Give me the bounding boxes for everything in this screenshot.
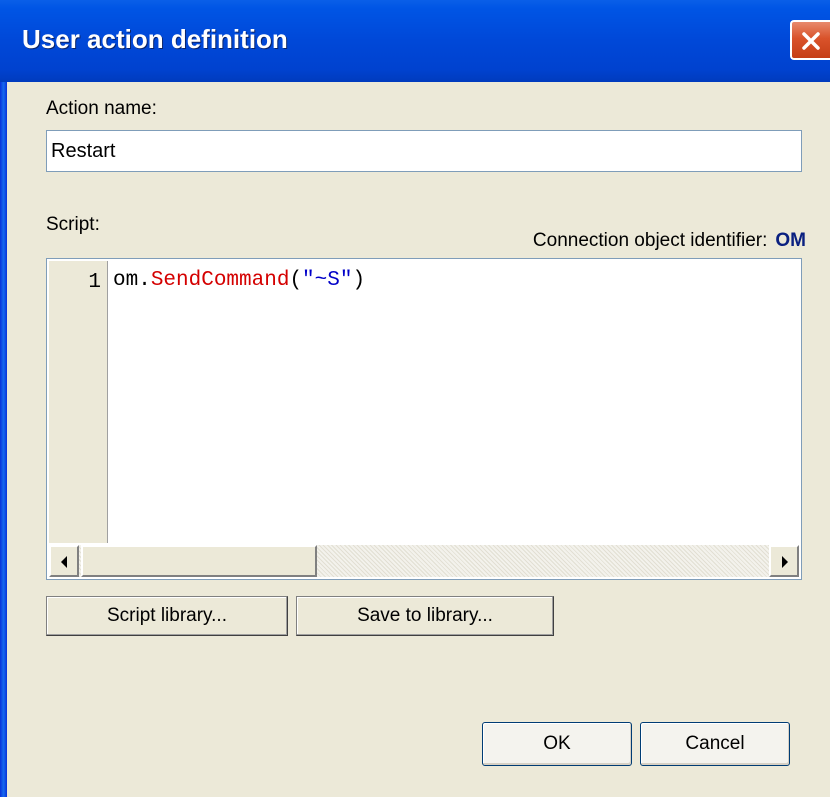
dialog-window: User action definition Action name: Scri… (0, 0, 830, 797)
connection-label: Connection object identifier: (532, 230, 768, 251)
script-label: Script: (46, 214, 100, 235)
window-title: User action definition (22, 24, 288, 54)
code-function: SendCommand (150, 269, 290, 292)
close-icon (802, 32, 820, 50)
line-number-gutter: 1 (49, 261, 108, 543)
arrow-left-icon (61, 556, 67, 568)
arrow-right-icon (782, 556, 788, 568)
save-to-library-button[interactable]: Save to library... (296, 596, 554, 636)
scroll-right-button[interactable] (769, 545, 799, 577)
script-library-button[interactable]: Script library... (46, 596, 288, 636)
connection-id: OM (775, 230, 806, 251)
code-open-paren: ( (289, 269, 303, 292)
code-close-paren: ) (352, 269, 366, 292)
action-name-input[interactable] (46, 130, 802, 172)
close-button[interactable] (790, 20, 830, 60)
ok-button[interactable]: OK (482, 722, 632, 766)
scroll-left-button[interactable] (49, 545, 79, 577)
action-name-label: Action name: (46, 98, 157, 119)
script-editor[interactable]: 1 om.SendCommand("~S") (46, 258, 802, 580)
cancel-button[interactable]: Cancel (640, 722, 790, 766)
scrollbar-thumb[interactable] (81, 545, 317, 577)
horizontal-scrollbar[interactable] (49, 545, 799, 577)
line-number: 1 (88, 271, 101, 294)
code-object: om. (113, 269, 151, 292)
code-line[interactable]: om.SendCommand("~S") (113, 269, 365, 292)
title-bar[interactable]: User action definition (0, 0, 830, 82)
window-border (0, 82, 7, 797)
connection-identifier: Connection object identifier: OM (533, 230, 806, 252)
code-string: "~S" (302, 269, 353, 292)
